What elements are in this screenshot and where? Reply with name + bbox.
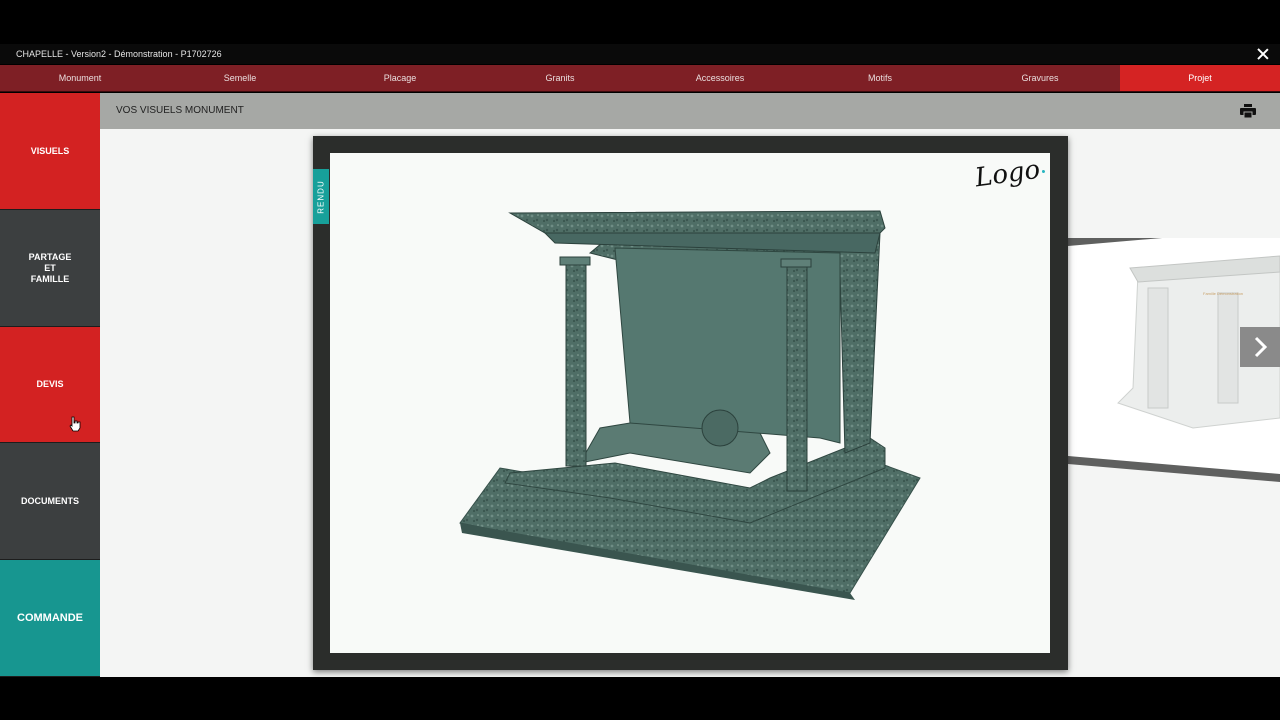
rendu-tab[interactable]: RENDU [313,169,329,224]
main-panel: VOS VISUELS MONUMENT Famille Démonstrati… [100,93,1280,677]
chevron-right-icon [1254,336,1268,358]
sidebar-item-devis[interactable]: DEVIS [0,327,100,443]
tab-placage[interactable]: Placage [320,65,480,91]
tab-motifs[interactable]: Motifs [800,65,960,91]
tab-accessoires[interactable]: Accessoires [640,65,800,91]
page-title: VOS VISUELS MONUMENT [116,105,244,116]
sidebar-item-visuels[interactable]: VISUELS [0,93,100,210]
tab-semelle[interactable]: Semelle [160,65,320,91]
monument-render: Logo [330,153,1050,653]
tab-projet[interactable]: Projet [1120,65,1280,91]
title-bar: CHAPELLE - Version2 - Démonstration - P1… [0,44,1280,64]
application-window: CHAPELLE - Version2 - Démonstration - P1… [0,44,1280,677]
tab-gravures[interactable]: Gravures [960,65,1120,91]
close-icon[interactable] [1254,45,1272,63]
next-arrow-button[interactable] [1240,327,1280,367]
pointer-hand-icon [69,416,81,432]
tab-monument[interactable]: Monument [0,65,160,91]
svg-text:Famille Démonstration: Famille Démonstration [1203,291,1243,296]
sidebar-item-partage-famille[interactable]: PARTAGE ET FAMILLE [0,210,100,327]
print-icon[interactable] [1240,104,1256,118]
monument-3d-image [459,210,921,600]
sidebar-item-commande[interactable]: COMMANDE [0,560,100,677]
window-title: CHAPELLE - Version2 - Démonstration - P1… [16,49,222,59]
sidebar-item-documents[interactable]: DOCUMENTS [0,443,100,560]
sidebar: VISUELS PARTAGE ET FAMILLE DEVIS DOCUMEN… [0,93,100,677]
tab-granits[interactable]: Granits [480,65,640,91]
top-tab-bar: Monument Semelle Placage Granits Accesso… [0,65,1280,92]
section-header: VOS VISUELS MONUMENT [100,93,1280,129]
rendu-label: RENDU [316,179,326,214]
render-frame: RENDU Logo [313,136,1068,670]
